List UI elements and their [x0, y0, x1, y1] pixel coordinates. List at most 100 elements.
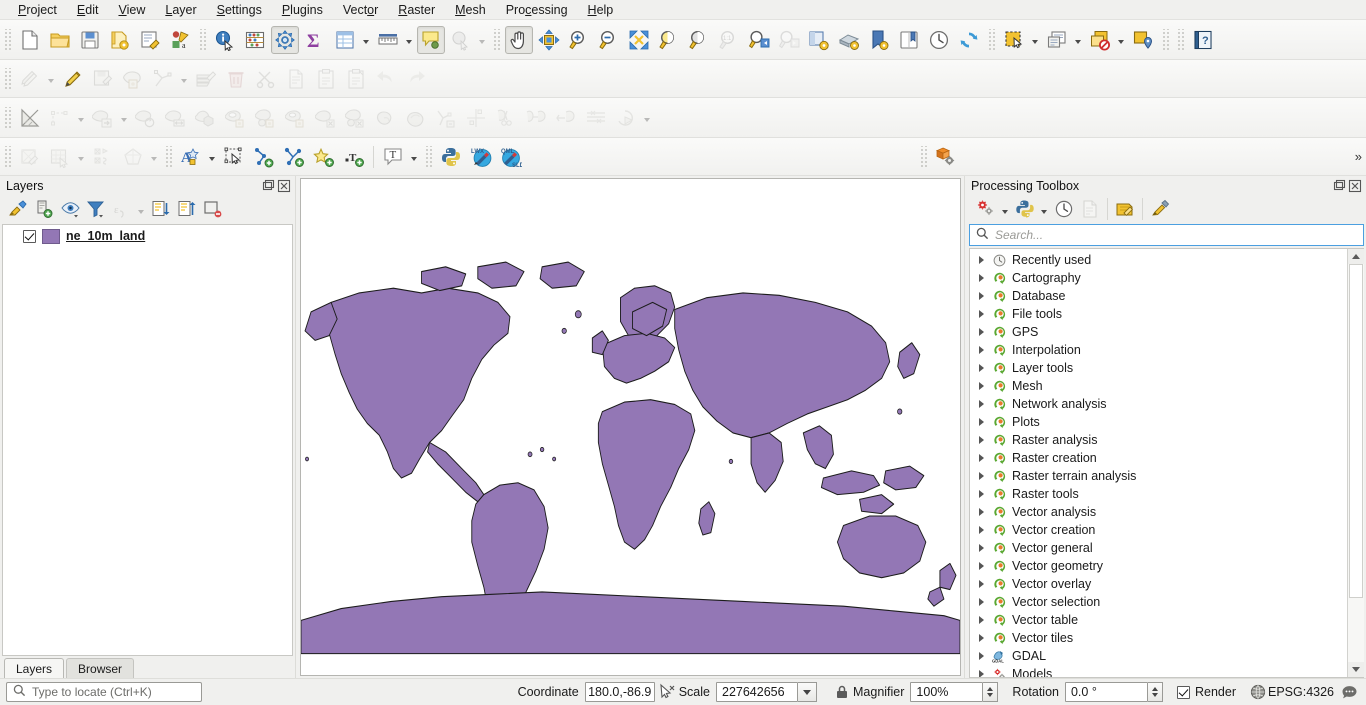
expand-arrow-icon[interactable] — [976, 346, 986, 354]
processing-tree-item[interactable]: Cartography — [970, 269, 1347, 287]
merge-features-icon[interactable] — [522, 104, 550, 132]
measure-line-icon[interactable] — [374, 26, 402, 54]
processing-search-input[interactable]: Search... — [969, 224, 1364, 246]
add-ring-icon[interactable] — [222, 104, 250, 132]
processing-tree-item[interactable]: Raster tools — [970, 485, 1347, 503]
filter-expression-dropdown-icon[interactable] — [135, 195, 146, 223]
rotate-point-symbols-icon[interactable] — [582, 104, 610, 132]
expand-arrow-icon[interactable] — [976, 580, 986, 588]
models-dropdown-icon[interactable] — [999, 195, 1010, 223]
advanced-digitizing-grip[interactable] — [3, 106, 12, 129]
processing-close-icon[interactable] — [1348, 179, 1362, 193]
toolbar-grip-6[interactable] — [1176, 28, 1185, 51]
current-edits-dropdown-icon[interactable] — [45, 65, 56, 93]
refresh-icon[interactable] — [955, 26, 983, 54]
attribute-table-dropdown-icon[interactable] — [360, 26, 371, 54]
expand-arrow-icon[interactable] — [976, 616, 986, 624]
magnifier-field[interactable]: 100% — [910, 682, 984, 702]
menu-edit[interactable]: Edit — [67, 1, 109, 19]
filter-legend-expression-icon[interactable]: ε — [109, 197, 135, 221]
style-manager-icon[interactable]: a — [166, 26, 194, 54]
temporal-controller-icon[interactable] — [925, 26, 953, 54]
delete-selected-icon[interactable] — [222, 65, 250, 93]
expand-arrow-icon[interactable] — [976, 490, 986, 498]
move-feature-icon[interactable] — [89, 104, 117, 132]
expand-arrow-icon[interactable] — [976, 436, 986, 444]
python-console-icon[interactable] — [437, 143, 465, 171]
zoom-in-icon[interactable] — [565, 26, 593, 54]
map-tips-icon[interactable] — [417, 25, 445, 54]
raster-calculator-icon[interactable] — [46, 143, 74, 171]
processing-tree-item[interactable]: Recently used — [970, 251, 1347, 269]
toolbar-grip-4[interactable] — [987, 28, 996, 51]
help-icon[interactable]: ? — [1189, 26, 1217, 54]
menu-project[interactable]: Project — [8, 1, 67, 19]
messages-icon[interactable] — [1338, 684, 1360, 701]
deselect-features-icon[interactable] — [1086, 26, 1114, 54]
new-project-icon[interactable] — [16, 26, 44, 54]
expand-arrow-icon[interactable] — [976, 526, 986, 534]
tab-layers[interactable]: Layers — [4, 658, 65, 678]
new-map-view-icon[interactable] — [805, 26, 833, 54]
manage-map-themes-icon[interactable] — [57, 197, 83, 221]
sum-field-icon[interactable]: Σ — [301, 26, 329, 54]
scroll-up-icon[interactable] — [1347, 249, 1364, 264]
pin-labels-icon[interactable] — [220, 143, 248, 171]
select-expression-dropdown-icon[interactable] — [1072, 26, 1083, 54]
expand-arrow-icon[interactable] — [976, 256, 986, 264]
label-dropdown-icon[interactable] — [206, 143, 217, 171]
split-parts-icon[interactable] — [492, 104, 520, 132]
rotate-feature-icon[interactable] — [132, 104, 160, 132]
zoom-full-icon[interactable] — [625, 26, 653, 54]
menu-mesh[interactable]: Mesh — [445, 1, 496, 19]
edit-model-icon[interactable] — [1112, 197, 1138, 221]
mesh-calculator-icon[interactable] — [89, 143, 117, 171]
lock-scale-icon[interactable] — [831, 684, 853, 700]
offset-point-symbol-icon[interactable] — [612, 104, 640, 132]
expand-arrow-icon[interactable] — [976, 598, 986, 606]
move-label-icon[interactable] — [280, 143, 308, 171]
coordinate-field[interactable]: 180.0,-86.9 — [584, 682, 655, 702]
show-bookmarks-icon[interactable] — [895, 26, 923, 54]
processing-tree-item[interactable]: File tools — [970, 305, 1347, 323]
processing-tree-item[interactable]: Raster creation — [970, 449, 1347, 467]
select-by-expression-icon[interactable] — [1043, 26, 1071, 54]
crs-label[interactable]: EPSG:4326 — [1268, 685, 1334, 699]
remove-layer-icon[interactable] — [200, 197, 226, 221]
scroll-down-icon[interactable] — [1347, 662, 1364, 677]
select-features-dropdown-icon[interactable] — [1029, 26, 1040, 54]
processing-toolbox-icon[interactable] — [271, 25, 299, 54]
processing-tree[interactable]: Recently used Cartography Database File too… — [970, 249, 1347, 677]
expand-arrow-icon[interactable] — [976, 328, 986, 336]
tab-browser[interactable]: Browser — [66, 658, 135, 678]
processing-tree-item[interactable]: Vector creation — [970, 521, 1347, 539]
add-feature-icon[interactable] — [119, 65, 147, 93]
processing-tree-item[interactable]: Models — [970, 665, 1347, 677]
plugin-manager-grip[interactable] — [919, 145, 929, 168]
add-group-icon[interactable] — [31, 197, 57, 221]
label-grip-2[interactable] — [164, 145, 173, 168]
deselect-dropdown-icon[interactable] — [1115, 26, 1126, 54]
digitizing-grip[interactable] — [3, 67, 12, 90]
menu-settings[interactable]: Settings — [207, 1, 272, 19]
simplify-feature-icon[interactable] — [192, 104, 220, 132]
history-icon[interactable] — [1051, 197, 1077, 221]
zoom-native-icon[interactable]: 1:1 — [715, 26, 743, 54]
expand-arrow-icon[interactable] — [976, 364, 986, 372]
processing-tree-item[interactable]: Interpolation — [970, 341, 1347, 359]
menu-view[interactable]: View — [108, 1, 155, 19]
show-hide-labels-icon[interactable] — [250, 143, 278, 171]
lwx-plugin-icon[interactable]: LWX — [467, 143, 495, 171]
offset-point-dropdown-icon[interactable] — [641, 104, 652, 132]
new-bookmark-icon[interactable] — [865, 26, 893, 54]
expand-arrow-icon[interactable] — [976, 292, 986, 300]
plugins-grip[interactable] — [424, 145, 433, 168]
map-canvas[interactable] — [300, 178, 961, 676]
expand-arrow-icon[interactable] — [976, 400, 986, 408]
cut-features-icon[interactable] — [252, 65, 280, 93]
layer-visibility-checkbox[interactable] — [23, 229, 36, 243]
select-features-icon[interactable] — [1000, 26, 1028, 54]
trace-dropdown-icon[interactable] — [75, 104, 86, 132]
delete-ring-icon[interactable] — [312, 104, 340, 132]
results-viewer-icon[interactable] — [1077, 197, 1103, 221]
